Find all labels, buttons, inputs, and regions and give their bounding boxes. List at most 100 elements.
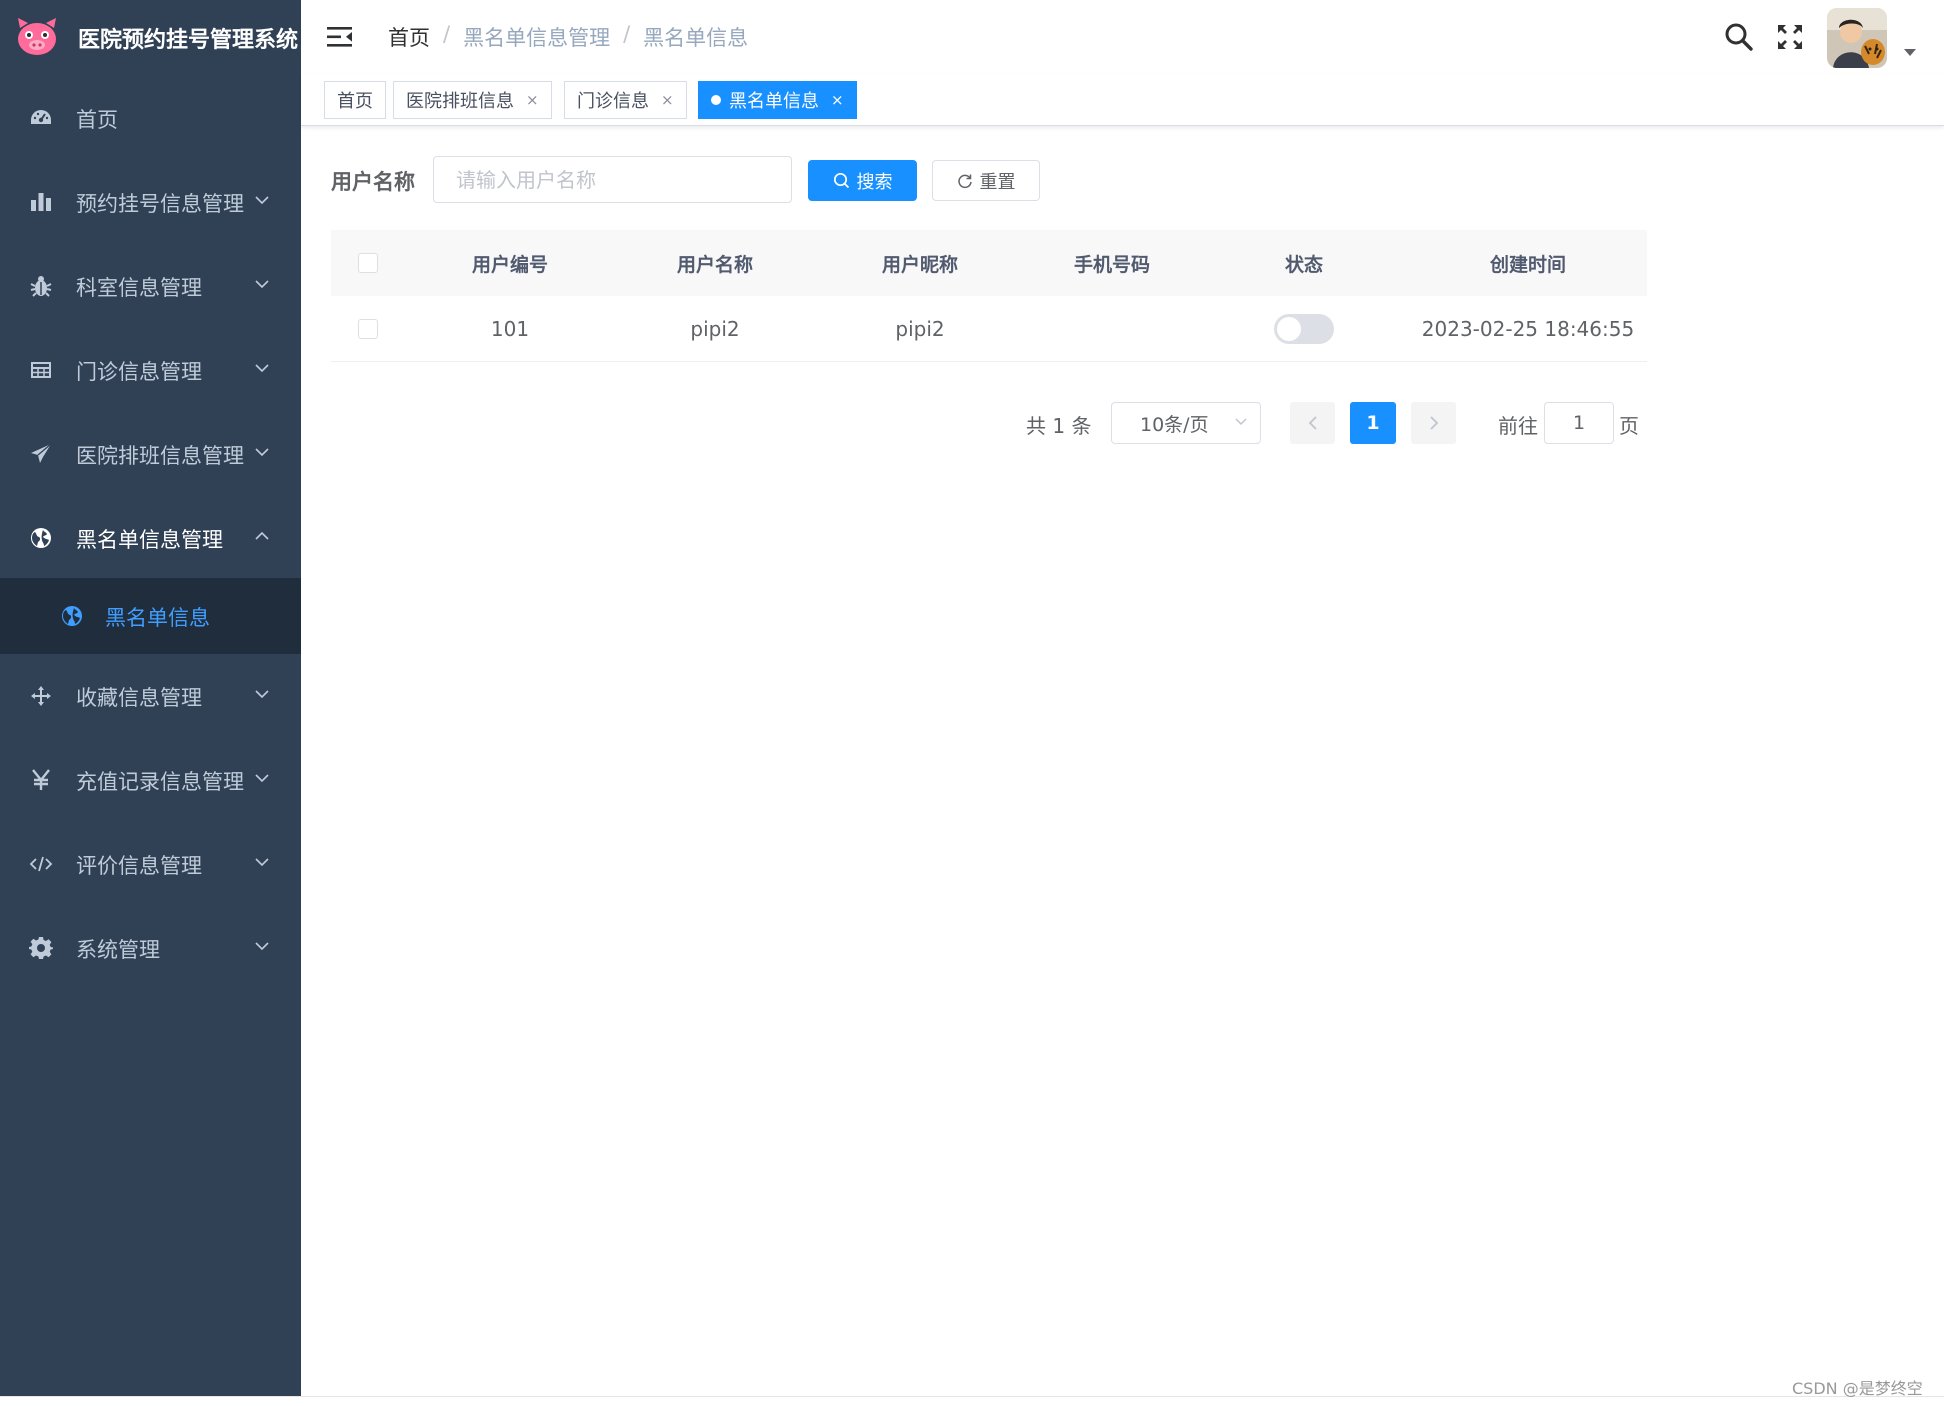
sidebar-item-recharge[interactable]: 充值记录信息管理 <box>0 738 301 822</box>
breadcrumb-item: 黑名单信息管理 <box>463 26 611 50</box>
hamburger-icon[interactable] <box>326 24 354 50</box>
chevron-down-icon <box>255 942 269 951</box>
page-number-button[interactable]: 1 <box>1350 402 1396 444</box>
sidebar: 医院预约挂号管理系统 首页 预约挂号信息管理 科室信息管理 门诊信息管理 医院排… <box>0 0 301 1396</box>
breadcrumb-separator: / <box>623 22 631 46</box>
chevron-down-icon <box>1235 418 1247 426</box>
cell-user-id: 101 <box>490 316 530 341</box>
table-icon <box>31 362 51 378</box>
gear-icon <box>29 937 53 959</box>
cell-created-time: 2023-02-25 18:46:55 <box>1421 316 1635 341</box>
tag-schedule[interactable]: 医院排班信息 × <box>393 81 552 119</box>
sidebar-item-label: 科室信息管理 <box>76 276 202 300</box>
sidebar-item-label: 预约挂号信息管理 <box>76 192 244 216</box>
tag-label: 首页 <box>337 91 373 112</box>
refresh-icon <box>957 174 972 188</box>
sidebar-item-blacklist[interactable]: 黑名单信息管理 <box>0 496 301 580</box>
caret-down-icon[interactable] <box>1904 49 1916 56</box>
fullscreen-icon[interactable] <box>1775 22 1805 52</box>
search-button[interactable]: 搜索 <box>808 160 917 201</box>
cell-username: pipi2 <box>690 316 740 341</box>
sidebar-item-label: 首页 <box>76 108 118 132</box>
breadcrumb-home[interactable]: 首页 <box>388 22 430 52</box>
cell-phone <box>1025 296 1199 361</box>
chevron-right-icon <box>1429 416 1438 430</box>
sidebar-item-system[interactable]: 系统管理 <box>0 906 301 990</box>
sidebar-item-label: 评价信息管理 <box>76 854 202 878</box>
search-icon <box>833 172 849 189</box>
goto-label: 前往 <box>1498 414 1538 438</box>
chevron-down-icon <box>255 196 269 205</box>
select-all-checkbox[interactable] <box>358 253 378 273</box>
row-checkbox-cell <box>331 296 405 361</box>
status-switch[interactable] <box>1274 313 1334 344</box>
sidebar-item-label: 系统管理 <box>76 938 160 962</box>
sidebar-item-label: 门诊信息管理 <box>76 360 202 384</box>
sidebar-item-label: 收藏信息管理 <box>76 686 202 710</box>
search-icon[interactable] <box>1724 22 1754 52</box>
dashboard-icon <box>31 110 51 124</box>
pagination-total: 共 1 条 <box>1026 414 1092 438</box>
sidebar-item-review[interactable]: 评价信息管理 <box>0 822 301 906</box>
close-icon[interactable]: × <box>526 91 539 109</box>
chevron-down-icon <box>255 858 269 867</box>
tag-clinic[interactable]: 门诊信息 × <box>564 81 687 119</box>
sidebar-item-schedule[interactable]: 医院排班信息管理 <box>0 412 301 496</box>
globe-icon <box>62 606 82 626</box>
breadcrumb-separator: / <box>443 22 451 46</box>
tags-view: 首页 医院排班信息 × 门诊信息 × 黑名单信息 × <box>301 74 1944 126</box>
chevron-up-icon <box>255 531 269 540</box>
sidebar-item-department[interactable]: 科室信息管理 <box>0 244 301 328</box>
chevron-down-icon <box>255 364 269 373</box>
sidebar-item-clinic[interactable]: 门诊信息管理 <box>0 328 301 412</box>
switch-knob <box>1277 316 1301 341</box>
tag-label: 黑名单信息 <box>729 91 819 112</box>
pig-face-icon <box>18 18 56 55</box>
bar-chart-icon <box>31 193 51 211</box>
tag-label: 医院排班信息 <box>406 91 514 112</box>
sidebar-item-home[interactable]: 首页 <box>0 76 301 160</box>
navbar: 首页 / 黑名单信息管理 / 黑名单信息 <box>301 0 1944 74</box>
tag-home[interactable]: 首页 <box>324 81 386 119</box>
sidebar-logo[interactable]: 医院预约挂号管理系统 <box>0 0 301 74</box>
chevron-down-icon <box>255 774 269 783</box>
column-header: 用户名称 <box>676 253 753 276</box>
app-title: 医院预约挂号管理系统 <box>78 28 299 53</box>
username-label: 用户名称 <box>331 170 415 194</box>
cell-nickname: pipi2 <box>895 316 945 341</box>
code-icon <box>29 856 53 872</box>
sidebar-item-appointment[interactable]: 预约挂号信息管理 <box>0 160 301 244</box>
watermark: CSDN @是梦终空 <box>1792 1379 1923 1398</box>
globe-icon <box>31 528 51 548</box>
breadcrumb: 首页 / 黑名单信息管理 / 黑名单信息 <box>388 22 748 52</box>
row-checkbox[interactable] <box>358 318 378 339</box>
cell-status <box>1199 296 1409 361</box>
goto-suffix: 页 <box>1619 414 1639 438</box>
active-dot-icon <box>711 95 721 105</box>
sidebar-item-favorites[interactable]: 收藏信息管理 <box>0 654 301 738</box>
avatar[interactable] <box>1827 8 1887 68</box>
column-header: 用户昵称 <box>881 253 958 276</box>
page-size-select[interactable]: 10条/页 <box>1111 402 1261 444</box>
sidebar-item-label: 黑名单信息管理 <box>76 528 223 552</box>
column-header: 手机号码 <box>1073 253 1150 276</box>
goto-page-input[interactable] <box>1544 402 1614 444</box>
chevron-left-icon <box>1308 416 1317 430</box>
chevron-down-icon <box>255 690 269 699</box>
search-button-label: 搜索 <box>856 171 893 193</box>
reset-button-label: 重置 <box>979 171 1016 193</box>
reset-button[interactable]: 重置 <box>932 160 1040 201</box>
chevron-down-icon <box>255 448 269 457</box>
sidebar-subitem-blacklist-info[interactable]: 黑名单信息 <box>0 578 301 654</box>
close-icon[interactable]: × <box>831 91 844 109</box>
chevron-down-icon <box>255 280 269 289</box>
tag-blacklist-info[interactable]: 黑名单信息 × <box>698 81 857 119</box>
sidebar-item-label: 医院排班信息管理 <box>76 444 244 468</box>
move-icon <box>31 686 51 706</box>
table-row: 101 pipi2 pipi2 2023-02-25 18:46:55 <box>331 296 1647 362</box>
username-search-input[interactable] <box>433 156 792 203</box>
next-page-button[interactable] <box>1411 402 1456 444</box>
tag-label: 门诊信息 <box>577 91 649 112</box>
close-icon[interactable]: × <box>661 91 674 109</box>
prev-page-button[interactable] <box>1290 402 1335 444</box>
